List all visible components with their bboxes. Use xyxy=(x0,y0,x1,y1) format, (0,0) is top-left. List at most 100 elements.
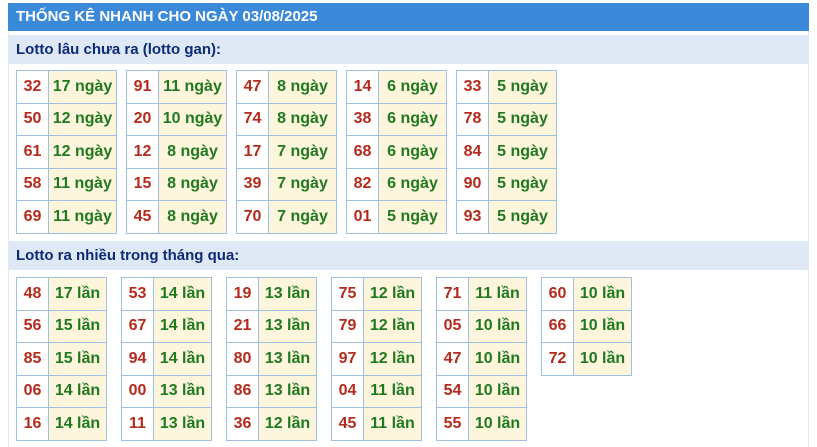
stat-row: 47 8 ngày xyxy=(237,71,337,104)
stat-row: 93 5 ngày xyxy=(457,201,557,234)
stat-row: 45 11 lần xyxy=(332,408,422,441)
lotto-count: 6 ngày xyxy=(379,103,447,136)
stat-row: 60 10 lần xyxy=(542,278,632,311)
lotto-number: 79 xyxy=(332,310,364,343)
stat-row: 48 17 lần xyxy=(17,278,107,311)
lotto-number: 17 xyxy=(237,136,269,169)
lotto-number: 78 xyxy=(457,103,489,136)
lotto-count: 10 lần xyxy=(469,343,527,376)
lotto-number: 06 xyxy=(17,375,49,408)
lotto-count: 6 ngày xyxy=(379,71,447,104)
lotto-count: 11 lần xyxy=(364,375,422,408)
lotto-count: 5 ngày xyxy=(489,168,557,201)
stat-row: 58 11 ngày xyxy=(17,168,117,201)
lotto-count: 8 ngày xyxy=(159,136,227,169)
lotto-number: 69 xyxy=(17,201,49,234)
lotto-number: 55 xyxy=(437,408,469,441)
stat-row: 38 6 ngày xyxy=(347,103,447,136)
lotto-count: 10 ngày xyxy=(159,103,227,136)
lotto-number: 11 xyxy=(122,408,154,441)
lotto-number: 47 xyxy=(437,343,469,376)
lotto-number: 86 xyxy=(227,375,259,408)
lotto-number: 32 xyxy=(17,71,49,104)
lotto-count: 14 lần xyxy=(49,375,107,408)
lotto-count: 5 ngày xyxy=(489,136,557,169)
lotto-number: 48 xyxy=(17,278,49,311)
lotto-number: 14 xyxy=(347,71,379,104)
stat-row: 86 13 lần xyxy=(227,375,317,408)
lotto-count: 13 lần xyxy=(154,408,212,441)
stat-row: 01 5 ngày xyxy=(347,201,447,234)
lotto-number: 67 xyxy=(122,310,154,343)
lotto-number: 15 xyxy=(127,168,159,201)
lotto-number: 53 xyxy=(122,278,154,311)
lotto-count: 17 lần xyxy=(49,278,107,311)
lotto-number: 04 xyxy=(332,375,364,408)
lotto-number: 74 xyxy=(237,103,269,136)
stat-row: 84 5 ngày xyxy=(457,136,557,169)
stat-row: 53 14 lần xyxy=(122,278,212,311)
lotto-count: 14 lần xyxy=(154,278,212,311)
lotto-number: 94 xyxy=(122,343,154,376)
page-header: THỐNG KÊ NHANH CHO NGÀY 03/08/2025 xyxy=(8,3,809,31)
lotto-count: 8 ngày xyxy=(269,71,337,104)
lotto-count: 12 ngày xyxy=(49,103,117,136)
stat-row: 70 7 ngày xyxy=(237,201,337,234)
stat-block: 75 12 lần 79 12 lần 97 12 lần 04 11 lần 45 11 lần xyxy=(331,277,422,441)
lotto-count: 10 lần xyxy=(469,408,527,441)
lotto-number: 38 xyxy=(347,103,379,136)
lotto-number: 33 xyxy=(457,71,489,104)
lotto-number: 39 xyxy=(237,168,269,201)
stat-row: 14 6 ngày xyxy=(347,71,447,104)
lotto-count: 13 lần xyxy=(259,278,317,311)
stat-row: 06 14 lần xyxy=(17,375,107,408)
stat-row: 21 13 lần xyxy=(227,310,317,343)
section-title-lotto-nhieu: Lotto ra nhiều trong tháng qua: xyxy=(8,241,809,270)
stat-row: 56 15 lần xyxy=(17,310,107,343)
lotto-count: 11 lần xyxy=(364,408,422,441)
lotto-count: 8 ngày xyxy=(159,201,227,234)
stat-row: 19 13 lần xyxy=(227,278,317,311)
lotto-count: 13 lần xyxy=(259,310,317,343)
lotto-count: 15 lần xyxy=(49,310,107,343)
lotto-count: 10 lần xyxy=(574,278,632,311)
stat-row: 72 10 lần xyxy=(542,343,632,376)
lotto-count: 14 lần xyxy=(49,408,107,441)
stat-block: 71 11 lần 05 10 lần 47 10 lần 54 10 lần 55 10 lần xyxy=(436,277,527,441)
lotto-count: 12 lần xyxy=(364,278,422,311)
lotto-count: 5 ngày xyxy=(379,201,447,234)
stat-row: 80 13 lần xyxy=(227,343,317,376)
lotto-count: 13 lần xyxy=(259,343,317,376)
stat-row: 05 10 lần xyxy=(437,310,527,343)
lotto-number: 68 xyxy=(347,136,379,169)
stat-row: 00 13 lần xyxy=(122,375,212,408)
lotto-count: 10 lần xyxy=(469,310,527,343)
lotto-number: 01 xyxy=(347,201,379,234)
stat-row: 36 12 lần xyxy=(227,408,317,441)
stat-row: 67 14 lần xyxy=(122,310,212,343)
lotto-number: 97 xyxy=(332,343,364,376)
stat-row: 17 7 ngày xyxy=(237,136,337,169)
stat-block: 60 10 lần 66 10 lần 72 10 lần xyxy=(541,277,632,376)
lotto-count: 11 ngày xyxy=(49,201,117,234)
stat-block: 53 14 lần 67 14 lần 94 14 lần 00 13 lần 11 13 lần xyxy=(121,277,212,441)
lotto-count: 11 ngày xyxy=(49,168,117,201)
lotto-number: 05 xyxy=(437,310,469,343)
stat-row: 33 5 ngày xyxy=(457,71,557,104)
stat-block: 19 13 lần 21 13 lần 80 13 lần 86 13 lần 36 12 lần xyxy=(226,277,317,441)
lotto-count: 7 ngày xyxy=(269,168,337,201)
stat-row: 50 12 ngày xyxy=(17,103,117,136)
stat-row: 54 10 lần xyxy=(437,375,527,408)
lotto-count: 14 lần xyxy=(154,310,212,343)
lotto-number: 54 xyxy=(437,375,469,408)
lotto-count: 12 ngày xyxy=(49,136,117,169)
lotto-count: 10 lần xyxy=(574,343,632,376)
lotto-number: 20 xyxy=(127,103,159,136)
lotto-count: 6 ngày xyxy=(379,136,447,169)
lotto-number: 66 xyxy=(542,310,574,343)
lotto-number: 19 xyxy=(227,278,259,311)
lotto-count: 5 ngày xyxy=(489,71,557,104)
stat-row: 04 11 lần xyxy=(332,375,422,408)
stat-row: 20 10 ngày xyxy=(127,103,227,136)
lotto-count: 5 ngày xyxy=(489,201,557,234)
